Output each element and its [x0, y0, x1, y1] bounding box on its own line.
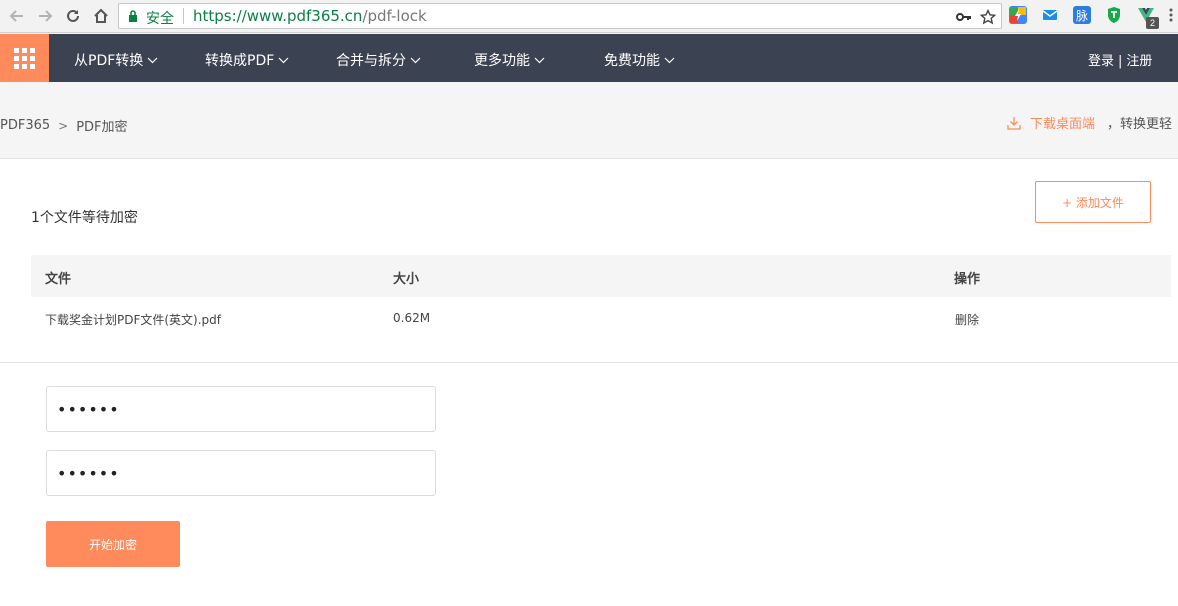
header-size: 大小	[393, 272, 420, 287]
nav-to-pdf[interactable]: 转换成PDF	[205, 50, 289, 70]
start-encrypt-button[interactable]: 开始加密	[46, 521, 180, 567]
login-link[interactable]: 登录	[1088, 54, 1114, 69]
shield-extension-icon[interactable]	[1105, 6, 1123, 24]
nav-free[interactable]: 免费功能	[604, 50, 675, 70]
nav-merge-split[interactable]: 合并与拆分	[336, 50, 421, 70]
register-link[interactable]: 注册	[1126, 54, 1152, 69]
download-desktop-tail: ，转换更轻	[1107, 117, 1173, 132]
breadcrumb-current: PDF加密	[76, 120, 128, 135]
secure-label: 安全	[146, 11, 174, 27]
home-icon	[94, 8, 108, 23]
file-size: 0.62M	[393, 311, 431, 325]
nav-free-label: 免费功能	[604, 53, 660, 69]
breadcrumb-arrow: >	[58, 118, 69, 133]
chevron-down-icon	[410, 57, 421, 63]
mai-extension-icon[interactable]: 脉	[1073, 6, 1091, 24]
extension-color-icon[interactable]	[1009, 6, 1027, 24]
confirm-password-input[interactable]	[46, 450, 436, 496]
chevron-down-icon	[664, 57, 675, 63]
url-path: /pdf-lock	[362, 7, 427, 25]
file-name: 下载奖金计划PDF文件(英文).pdf	[45, 313, 222, 327]
delete-file-link[interactable]: 删除	[955, 311, 979, 328]
table-row: 下载奖金计划PDF文件(英文).pdf 0.62M 删除	[31, 297, 1171, 339]
star-icon[interactable]	[979, 8, 997, 26]
auth-separator: |	[1118, 54, 1123, 69]
lock-icon	[129, 10, 137, 22]
menu-kebab-icon[interactable]	[1162, 6, 1178, 24]
file-table-header: 文件 大小 操作	[31, 255, 1171, 297]
encrypt-panel: 1个文件等待加密 + 添加文件 文件 大小 操作 下载奖金计划PDF文件(英文)…	[0, 158, 1178, 606]
url-text[interactable]: https://www.pdf365.cn/pdf-lock	[193, 7, 427, 25]
apps-grid-icon	[14, 47, 35, 69]
section-divider	[0, 362, 1178, 363]
chevron-down-icon	[278, 57, 289, 63]
omnibox-separator	[183, 8, 184, 24]
forward-arrow-icon	[39, 10, 53, 22]
nav-merge-split-label: 合并与拆分	[336, 53, 406, 69]
header-file: 文件	[45, 272, 72, 287]
forward-button[interactable]	[34, 5, 56, 27]
header-action: 操作	[954, 272, 981, 287]
site-top-nav: 从PDF转换 转换成PDF 合并与拆分 更多功能 免费功能 登录 | 注册	[0, 34, 1178, 82]
chevron-down-icon	[147, 57, 158, 63]
add-file-button[interactable]: + 添加文件	[1035, 181, 1151, 223]
url-host: https://www.pdf365.cn	[193, 7, 363, 25]
download-icon	[1007, 116, 1021, 130]
mail-extension-icon[interactable]	[1041, 6, 1059, 24]
reload-button[interactable]	[62, 5, 84, 27]
breadcrumb-home[interactable]: PDF365	[0, 118, 50, 133]
download-desktop: 下载桌面端 ，转换更轻	[1007, 113, 1172, 132]
chevron-down-icon	[534, 57, 545, 63]
browser-toolbar: 安全 https://www.pdf365.cn/pdf-lock 脉 2	[0, 0, 1178, 33]
back-arrow-icon	[9, 10, 23, 22]
download-desktop-link[interactable]: 下载桌面端	[1030, 113, 1095, 132]
nav-to-pdf-label: 转换成PDF	[205, 53, 275, 69]
nav-from-pdf-label: 从PDF转换	[74, 53, 144, 69]
back-button[interactable]	[6, 5, 28, 27]
reload-icon	[67, 9, 79, 22]
nav-more-label: 更多功能	[474, 53, 530, 69]
apps-grid-button[interactable]	[0, 34, 49, 82]
auth-links: 登录 | 注册	[1088, 50, 1152, 69]
home-button[interactable]	[90, 5, 112, 27]
breadcrumb: PDF365 > PDF加密	[0, 116, 128, 135]
password-input[interactable]	[46, 386, 436, 432]
nav-more[interactable]: 更多功能	[474, 50, 545, 70]
file-count-text: 1个文件等待加密	[31, 210, 138, 226]
nav-from-pdf[interactable]: 从PDF转换	[74, 50, 158, 70]
extension-badge: 2	[1146, 17, 1159, 29]
key-icon[interactable]	[955, 8, 973, 26]
address-bar[interactable]: 安全 https://www.pdf365.cn/pdf-lock	[118, 3, 1002, 29]
